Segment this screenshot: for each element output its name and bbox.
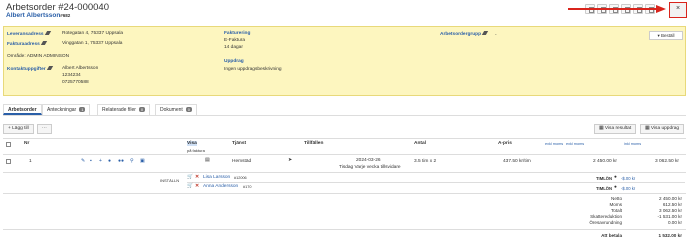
staff-name[interactable]: Anna Andersson xyxy=(203,184,238,189)
staff-bottom-rule xyxy=(3,193,686,194)
leveransadress-label[interactable]: Leveransadress xyxy=(7,31,51,37)
col-apris: A-pris xyxy=(498,141,512,146)
total-label: Skattereduktion xyxy=(590,214,622,219)
row-antal: 3.5 tim x 2 xyxy=(414,159,437,164)
comment-icon[interactable]: ▪ xyxy=(90,158,92,164)
remove-staff-icon[interactable]: ✕ xyxy=(195,184,199,189)
kontakt-label[interactable]: Kontaktuppgifter xyxy=(7,66,53,72)
timlon-label: TIMLÖN xyxy=(596,176,613,181)
info-icon: ● xyxy=(614,175,617,180)
row-checkbox[interactable] xyxy=(6,159,11,164)
staff-id: #12006 xyxy=(234,176,247,180)
table-top-rule xyxy=(3,138,686,139)
annotation-arrow-head xyxy=(656,5,666,13)
att-betala-value: 1 532.00 kr xyxy=(658,233,682,238)
annotation-arrow xyxy=(568,8,658,10)
invoice-icon[interactable]: ▤ xyxy=(205,158,210,163)
omrade-text: Område: ADMIN ADMINSON xyxy=(7,54,70,59)
info-icon: ● xyxy=(614,185,617,190)
total-label: Totalt xyxy=(611,208,622,213)
timlon-value[interactable]: -$.00 kr xyxy=(621,176,635,181)
row-apris: 437.50 kr/tim xyxy=(503,159,531,164)
customer-id: #682 xyxy=(60,13,71,18)
filter-icon[interactable]: ⚲ xyxy=(130,158,134,164)
total-label: Moms xyxy=(609,202,622,207)
total-value: 612.50 kr xyxy=(662,202,682,207)
fakturering-value2: 14 dagar xyxy=(224,45,243,50)
col-inkl-sub: inkl moms xyxy=(624,142,642,146)
tab-arbetsorder[interactable]: Arbetsorder xyxy=(3,104,42,115)
att-betala-label: Att betala xyxy=(601,233,622,238)
staff-name[interactable]: Lisa Larsson xyxy=(203,175,230,180)
staff-label: INSTÄLLN xyxy=(160,178,180,183)
row-nr: 1 xyxy=(29,159,32,164)
customer-name[interactable]: Albert Albertsson xyxy=(6,12,60,19)
total-label: Netto xyxy=(611,196,622,201)
col-apris-sub: exkl moms xyxy=(545,142,564,146)
staff-rule xyxy=(187,182,685,183)
row-tjanst: Hemstäd xyxy=(232,159,252,164)
totals-rule xyxy=(3,229,686,230)
fakturering-value1: E-Faktura xyxy=(224,38,246,43)
tab-relaterade-filer[interactable]: Relaterade filer 0 xyxy=(97,104,151,115)
total-label: Öresavrundning xyxy=(589,220,622,225)
kontakt-name: Albert Albertsson xyxy=(62,66,99,71)
tab-badge: 0 xyxy=(138,107,146,112)
uppdrag-label: Uppdrag xyxy=(224,59,244,64)
row-date: 2024-03-26 xyxy=(356,158,381,163)
col-nr[interactable]: Nr xyxy=(24,141,29,146)
table-header-rule xyxy=(3,154,686,155)
total-value: 2 450.00 kr xyxy=(659,196,682,201)
timlon-value[interactable]: -$.00 kr xyxy=(621,186,635,191)
kontakt-phone1: 1234234 xyxy=(62,73,81,78)
col-tillfallen: Tillfällen xyxy=(304,141,324,146)
row-schedule: Tisdag Varje vecka tillsvidare xyxy=(339,165,401,170)
tab-anteckningar[interactable]: Anteckningar 1 xyxy=(42,104,91,115)
fakturaadress-label[interactable]: Fakturaadress xyxy=(7,41,47,47)
staff-id: #170 xyxy=(243,185,252,189)
total-value: 0.00 kr xyxy=(667,220,682,225)
tab-dokument[interactable]: Dokument 0 xyxy=(155,104,198,115)
user-icon[interactable]: ● xyxy=(108,158,111,164)
total-value: 3 062.50 kr xyxy=(659,208,682,213)
bestall-button[interactable]: ▾ Beställ xyxy=(649,31,683,40)
col-exkl-sub: exkl moms xyxy=(566,142,585,146)
add-icon[interactable]: + xyxy=(99,158,102,164)
select-all-checkbox[interactable] xyxy=(6,142,11,147)
more-button[interactable]: ··· xyxy=(37,124,52,134)
customer-link[interactable]: Albert Albertsson#682 xyxy=(6,12,70,19)
timlon-label: TIMLÖN xyxy=(596,186,613,191)
uppdrag-value: Ingen uppdragsbeskrivning xyxy=(224,67,282,72)
row-rule xyxy=(3,172,686,173)
copy-icon[interactable]: ▣ xyxy=(140,158,145,164)
info-panel xyxy=(3,26,686,96)
edit-icon[interactable]: ✎ xyxy=(81,158,85,164)
col-visa: Visa xyxy=(187,141,197,146)
tabs-divider xyxy=(3,115,686,116)
tab-badge: 1 xyxy=(79,107,86,112)
users-icon[interactable]: ●● xyxy=(118,158,124,164)
show-task-button[interactable]: ▦ Visa uppdrag xyxy=(640,124,685,134)
cart-icon: 🛒 xyxy=(187,184,193,189)
total-value: -1 531.00 kr xyxy=(657,214,682,219)
fakturering-label: Fakturering xyxy=(224,31,251,36)
col-antal: Antal xyxy=(414,141,426,146)
add-button[interactable]: + Lägg till xyxy=(3,124,34,134)
show-result-button[interactable]: ▦ Visa resultat xyxy=(594,124,637,134)
cart-icon: 🛒 xyxy=(187,175,193,180)
tab-badge: 0 xyxy=(185,107,193,112)
fakturaadress-value: Vinggatan 1, 75337 Uppsala xyxy=(62,41,123,46)
send-icon[interactable]: ➤ xyxy=(288,158,292,163)
grupp-value: - xyxy=(495,33,497,38)
kontakt-phone2: 0725770588 xyxy=(62,80,89,85)
col-tjanst: Tjänst xyxy=(232,141,247,146)
grupp-label[interactable]: Arbetsordergrupp xyxy=(440,31,489,37)
close-button[interactable]: × xyxy=(669,2,687,18)
row-exkl: 2 450.00 kr xyxy=(593,159,618,164)
leveransadress-value: Rotegatan 4, 75337 Uppsala xyxy=(62,31,124,36)
col-visa-sub: på faktura xyxy=(187,148,205,153)
row-inkl: 3 062.50 kr xyxy=(655,159,680,164)
remove-staff-icon[interactable]: ✕ xyxy=(195,175,199,180)
